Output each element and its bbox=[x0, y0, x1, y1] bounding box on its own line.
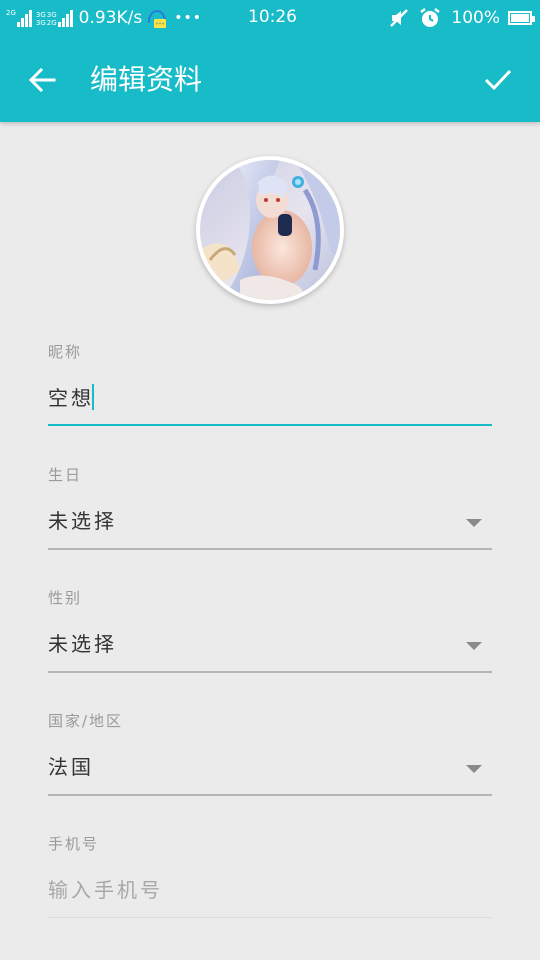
gender-field: 性别 未选择 bbox=[48, 588, 492, 676]
gender-value: 未选择 bbox=[48, 632, 117, 656]
check-icon bbox=[484, 69, 512, 91]
more-notifications-icon: ••• bbox=[174, 10, 203, 26]
region-label: 国家/地区 bbox=[48, 712, 124, 730]
phone-underline bbox=[48, 917, 492, 918]
birthday-value: 未选择 bbox=[48, 509, 117, 533]
battery-fill bbox=[511, 14, 529, 22]
alarm-icon bbox=[419, 7, 441, 29]
back-button[interactable] bbox=[20, 58, 64, 102]
status-left: 2G 3G 3G 3G 2G 0.93K/s ••• bbox=[6, 6, 202, 30]
region-underline bbox=[48, 794, 492, 796]
confirm-button[interactable] bbox=[476, 58, 520, 102]
status-right: 100% bbox=[389, 6, 535, 30]
dropdown-arrow-icon bbox=[466, 765, 482, 773]
signal-icon: 2G bbox=[6, 9, 33, 27]
dropdown-arrow-icon bbox=[466, 642, 482, 650]
status-time: 10:26 bbox=[248, 7, 297, 27]
avatar-image bbox=[200, 160, 340, 300]
app-bar: 编辑资料 bbox=[0, 36, 540, 122]
text-cursor bbox=[92, 384, 94, 410]
phone-label: 手机号 bbox=[48, 835, 100, 853]
notification-icon bbox=[146, 6, 168, 30]
mute-icon bbox=[389, 8, 409, 28]
dropdown-arrow-icon bbox=[466, 519, 482, 527]
birthday-underline bbox=[48, 548, 492, 550]
nickname-field: 昵称 空想 bbox=[48, 342, 492, 428]
gender-select[interactable]: 未选择 bbox=[48, 624, 492, 668]
phone-field: 手机号 输入手机号 bbox=[48, 834, 492, 920]
region-value: 法国 bbox=[48, 755, 94, 779]
nickname-label: 昵称 bbox=[48, 343, 83, 361]
nickname-underline bbox=[48, 424, 492, 426]
region-select[interactable]: 法国 bbox=[48, 747, 492, 791]
birthday-field: 生日 未选择 bbox=[48, 465, 492, 553]
page-title: 编辑资料 bbox=[90, 63, 203, 96]
status-bar: 2G 3G 3G 3G 2G 0.93K/s ••• 10:26 100% bbox=[0, 0, 540, 36]
arrow-back-icon bbox=[28, 67, 56, 93]
net-speed: 0.93K/s bbox=[78, 8, 143, 28]
battery-icon bbox=[508, 11, 535, 25]
gender-label: 性别 bbox=[48, 589, 83, 607]
region-field: 国家/地区 法国 bbox=[48, 711, 492, 799]
birthday-select[interactable]: 未选择 bbox=[48, 501, 492, 545]
battery-percent: 100% bbox=[451, 8, 500, 28]
avatar[interactable] bbox=[196, 156, 344, 304]
signal-icon-2: 3G 3G 3G 2G bbox=[36, 9, 74, 27]
header: 2G 3G 3G 3G 2G 0.93K/s ••• 10:26 100% 编辑… bbox=[0, 0, 540, 122]
phone-input[interactable]: 输入手机号 bbox=[48, 876, 163, 904]
nickname-value: 空想 bbox=[48, 386, 94, 410]
gender-underline bbox=[48, 671, 492, 673]
nickname-input[interactable]: 空想 bbox=[48, 384, 94, 412]
birthday-label: 生日 bbox=[48, 466, 83, 484]
